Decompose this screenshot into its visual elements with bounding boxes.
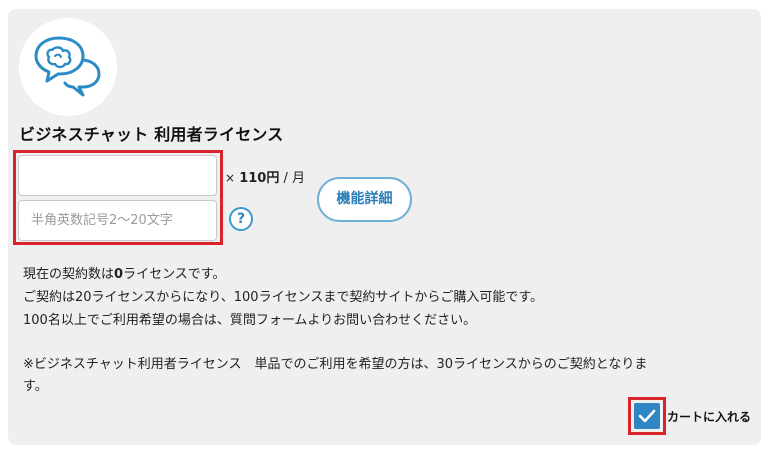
add-to-cart-label[interactable]: カートに入れる <box>667 408 751 425</box>
price-unit: / 月 <box>279 171 305 186</box>
note-text-line2: す。 <box>23 379 48 394</box>
times-sign: × <box>225 171 236 185</box>
purchase-range-text: ご契約は20ライセンスからになり、100ライセンスまで契約サイトからご購入可能で… <box>23 290 544 305</box>
license-quantity-input[interactable] <box>18 155 217 196</box>
contract-count-text: 現在の契約数は0ライセンスです。 <box>23 263 226 282</box>
license-code-input[interactable] <box>18 200 217 241</box>
unit-price: × 110円 / 月 <box>225 167 305 186</box>
question-icon[interactable]: ? <box>229 207 253 231</box>
chat-bubbles-icon <box>34 36 101 97</box>
product-logo <box>19 18 117 116</box>
note-text-line1: ※ビジネスチャット利用者ライセンス 単品でのご利用を希望の方は、30ライセンスか… <box>23 357 648 372</box>
product-title: ビジネスチャット 利用者ライセンス <box>19 125 284 144</box>
price-amount: 110円 <box>239 171 280 186</box>
checkmark-icon <box>638 409 656 423</box>
feature-details-button[interactable]: 機能詳細 <box>317 177 412 222</box>
add-to-cart-checkbox[interactable] <box>634 403 660 429</box>
contract-count-suffix: ライセンスです。 <box>123 267 226 282</box>
contact-form-text: 100名以上でご利用希望の場合は、質問フォームよりお問い合わせください。 <box>23 313 477 328</box>
contract-count-prefix: 現在の契約数は <box>23 267 115 282</box>
contract-count-value: 0 <box>114 267 124 282</box>
